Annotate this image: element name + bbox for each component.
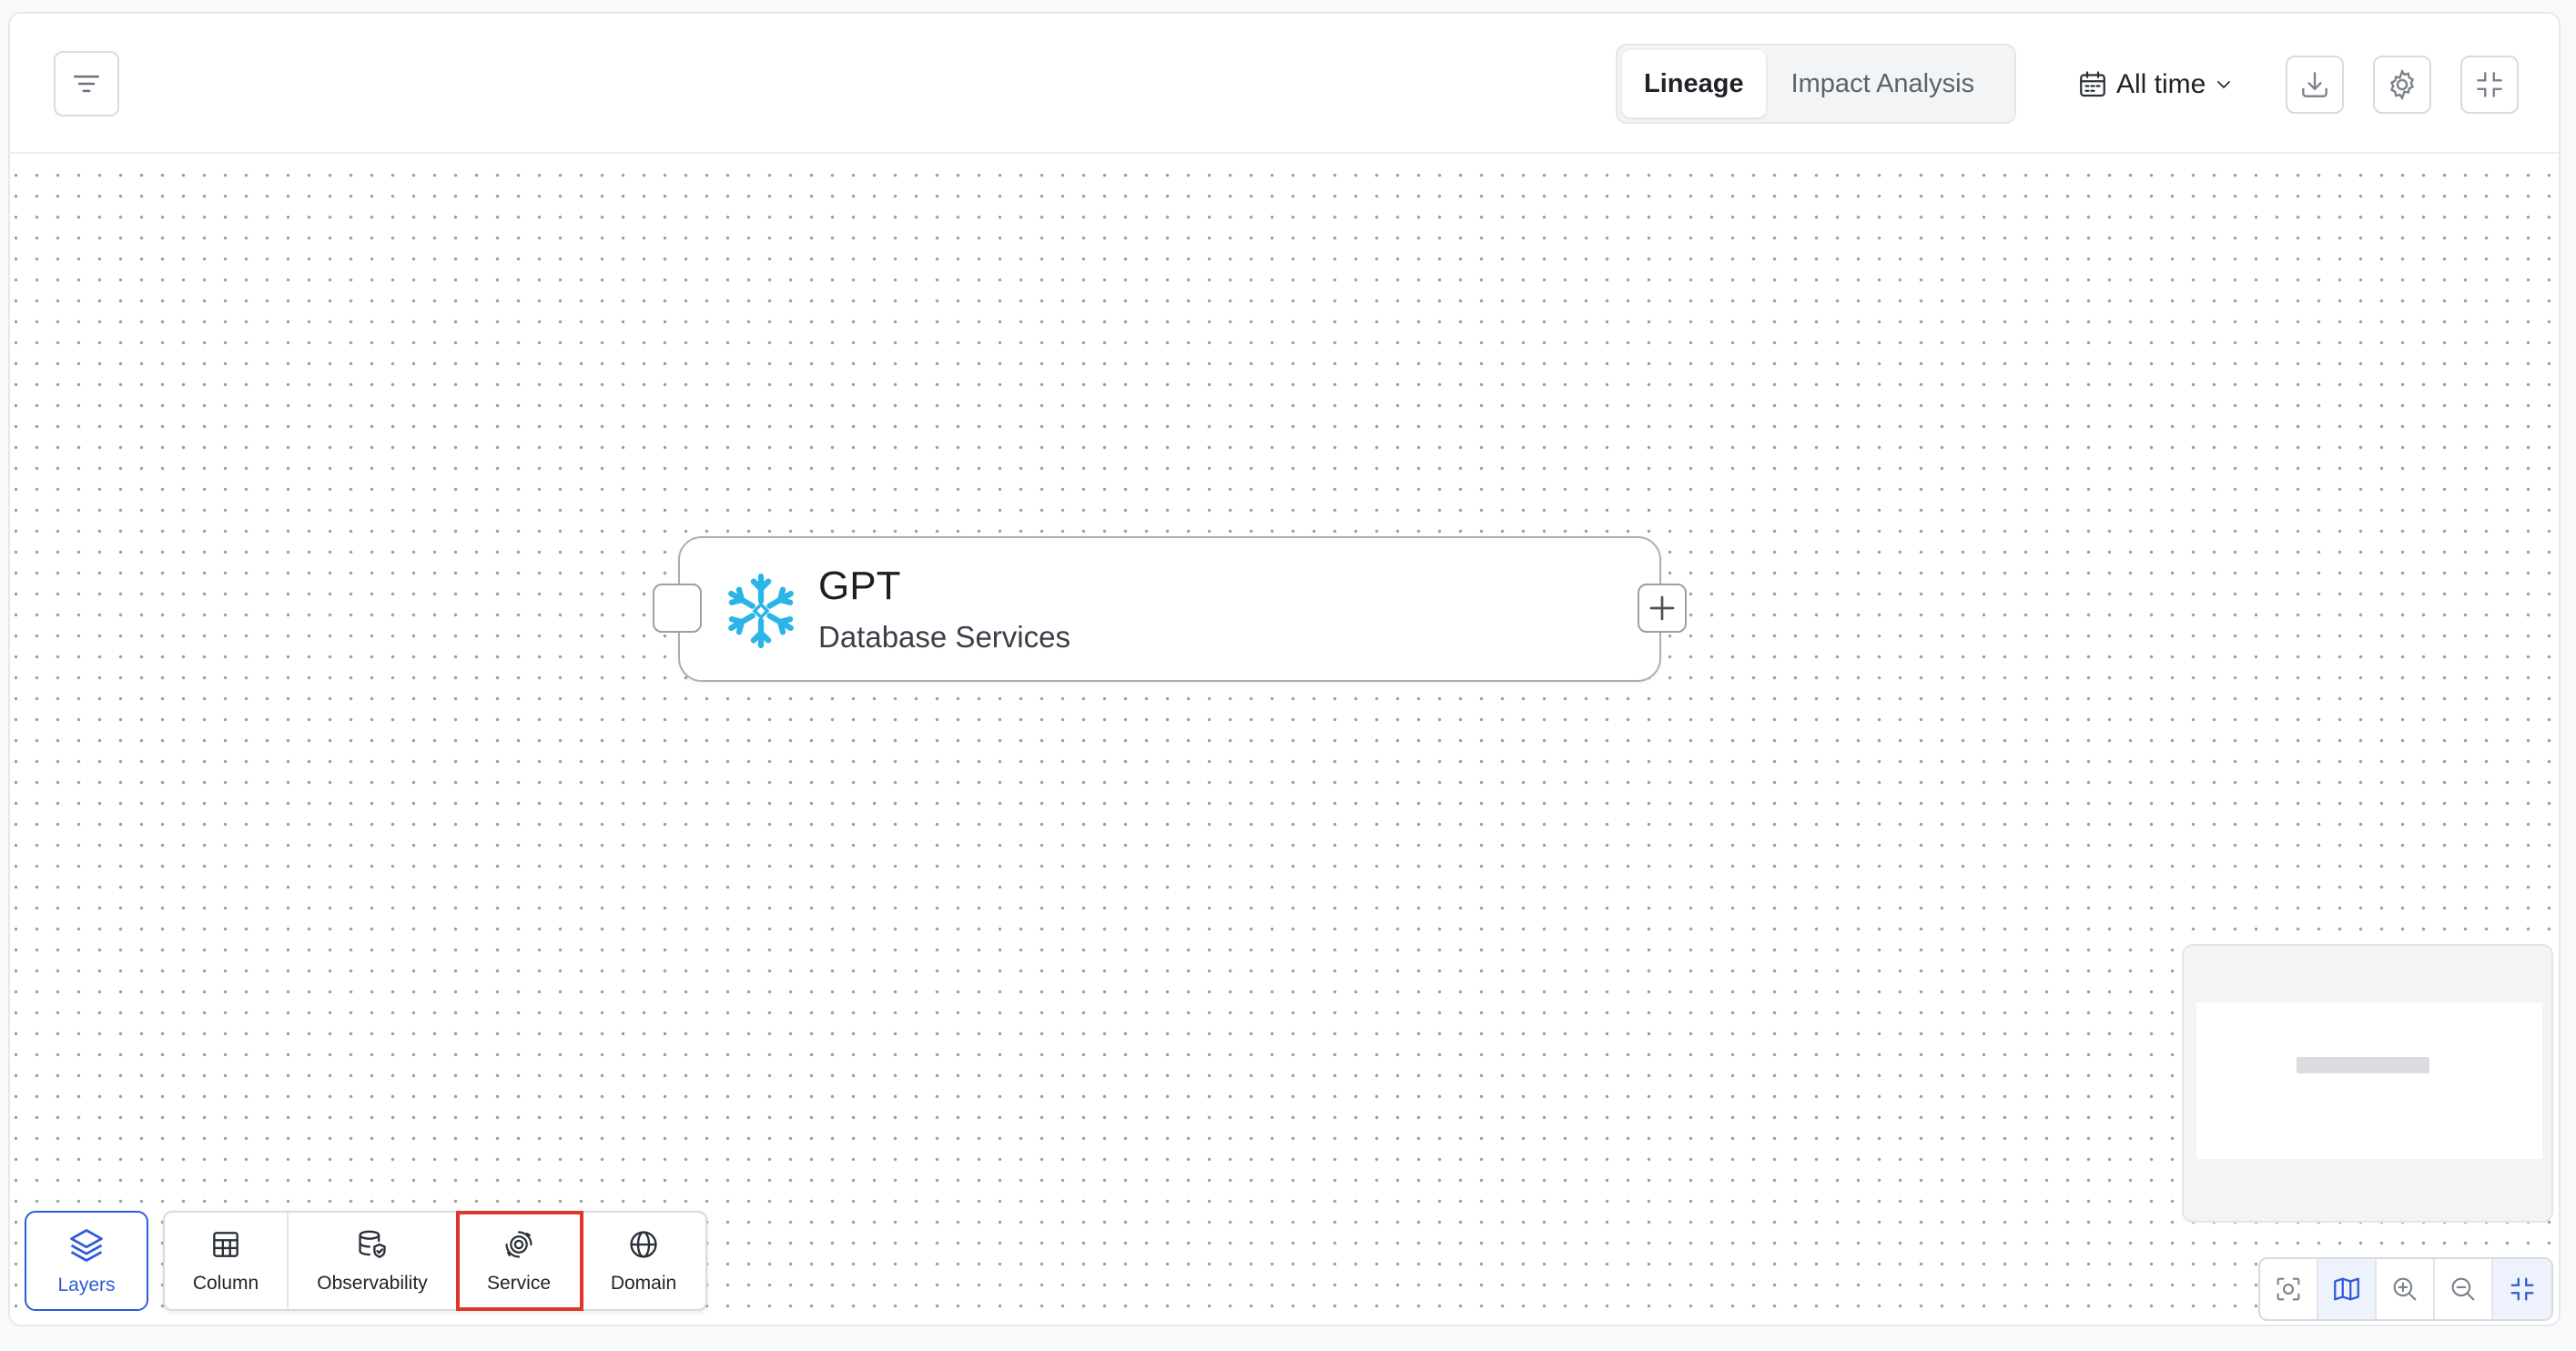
lineage-panel: Lineage Impact Analysis All time GPT Dat… bbox=[8, 12, 2561, 1326]
plus-icon bbox=[1649, 595, 1675, 621]
layer-column[interactable]: Column bbox=[165, 1213, 289, 1309]
filter-button[interactable] bbox=[54, 51, 119, 117]
globe-icon bbox=[630, 1231, 657, 1258]
layer-column-label: Column bbox=[192, 1273, 259, 1294]
view-mode-switch: Lineage Impact Analysis bbox=[1616, 44, 2016, 124]
node-upstream-handle[interactable] bbox=[653, 584, 702, 633]
calendar-icon bbox=[2080, 71, 2105, 97]
minimap-node bbox=[2297, 1057, 2429, 1073]
table-icon bbox=[213, 1232, 238, 1257]
collapse-icon bbox=[2477, 72, 2502, 97]
chevron-down-icon bbox=[2217, 81, 2231, 89]
entity-node[interactable]: GPT Database Services bbox=[653, 536, 1687, 682]
layers-label: Layers bbox=[57, 1275, 116, 1295]
layers-icon bbox=[70, 1229, 103, 1262]
fit-view-icon bbox=[2277, 1277, 2300, 1301]
fullscreen-button[interactable] bbox=[2493, 1259, 2551, 1319]
exit-fullscreen-button[interactable] bbox=[2460, 56, 2519, 114]
lineage-canvas[interactable] bbox=[10, 156, 2559, 1325]
zoom-out-icon bbox=[2451, 1277, 2475, 1301]
layer-observability[interactable]: Observability bbox=[289, 1213, 458, 1309]
fullscreen-icon bbox=[2510, 1277, 2534, 1301]
layer-domain[interactable]: Domain bbox=[582, 1213, 705, 1309]
map-icon bbox=[2334, 1277, 2359, 1301]
lineage-toolbar: Lineage Impact Analysis All time bbox=[10, 14, 2559, 154]
zoom-in-button[interactable] bbox=[2377, 1259, 2435, 1319]
fit-view-button[interactable] bbox=[2260, 1259, 2318, 1319]
tab-lineage[interactable]: Lineage bbox=[1622, 50, 1766, 117]
node-title: GPT bbox=[818, 564, 901, 608]
layer-observability-label: Observability bbox=[317, 1273, 428, 1294]
download-button[interactable] bbox=[2286, 56, 2344, 114]
zoom-out-button[interactable] bbox=[2435, 1259, 2493, 1319]
node-subtitle: Database Services bbox=[818, 620, 1070, 654]
download-icon bbox=[2302, 72, 2328, 97]
layer-service-label: Service bbox=[486, 1273, 552, 1294]
zoom-in-icon bbox=[2393, 1277, 2417, 1301]
layer-options: Column Observability Service Domain bbox=[163, 1211, 707, 1311]
snowflake-logo-icon bbox=[720, 574, 802, 652]
time-range-dropdown[interactable]: All time bbox=[2076, 59, 2235, 110]
node-expand-button[interactable] bbox=[1638, 584, 1687, 633]
tab-impact-analysis[interactable]: Impact Analysis bbox=[1770, 50, 1996, 117]
minimap[interactable] bbox=[2182, 944, 2553, 1223]
settings-button[interactable] bbox=[2373, 56, 2431, 114]
filter-lines-icon bbox=[74, 75, 99, 93]
time-range-label: All time bbox=[2116, 69, 2206, 99]
layer-domain-label: Domain bbox=[610, 1273, 677, 1294]
layers-button[interactable]: Layers bbox=[25, 1211, 148, 1311]
gear-icon bbox=[2389, 68, 2415, 101]
minimap-viewport bbox=[2196, 1002, 2542, 1159]
database-check-icon bbox=[359, 1230, 386, 1259]
layer-service[interactable]: Service bbox=[456, 1211, 583, 1311]
canvas-controls bbox=[2258, 1257, 2553, 1321]
minimap-toggle-button[interactable] bbox=[2318, 1259, 2377, 1319]
service-icon bbox=[505, 1231, 532, 1258]
